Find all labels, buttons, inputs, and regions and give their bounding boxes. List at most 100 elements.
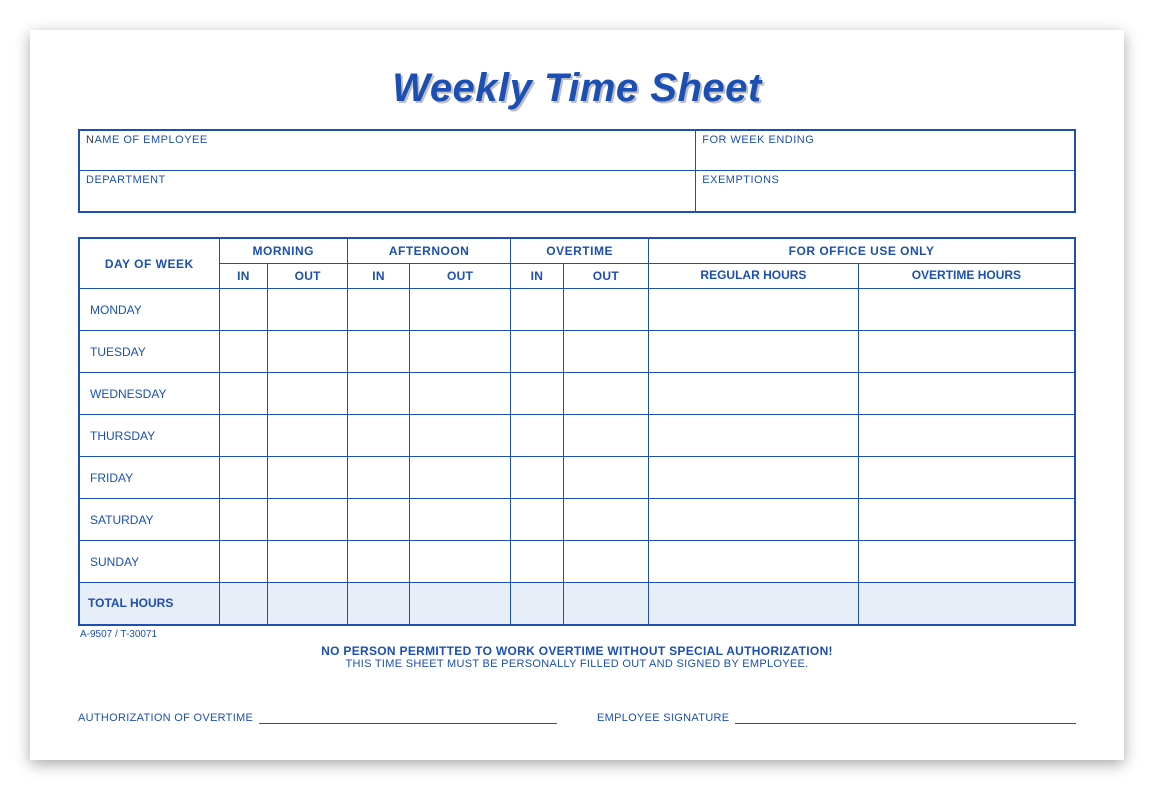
total-cell [858, 583, 1075, 625]
week-ending-field[interactable]: FOR WEEK ENDING [696, 131, 1074, 171]
time-cell[interactable] [348, 415, 410, 457]
page-title: Weekly Time Sheet [78, 66, 1076, 111]
time-cell[interactable] [268, 457, 348, 499]
table-row: SUNDAY [79, 541, 1075, 583]
header-overtime-out: OUT [563, 264, 649, 289]
notice-block: NO PERSON PERMITTED TO WORK OVERTIME WIT… [78, 644, 1076, 670]
time-cell[interactable] [511, 415, 563, 457]
header-overtime: OVERTIME [511, 238, 649, 264]
time-cell[interactable] [563, 457, 649, 499]
time-cell[interactable] [348, 457, 410, 499]
time-cell[interactable] [410, 415, 511, 457]
time-cell[interactable] [410, 289, 511, 331]
total-cell [268, 583, 348, 625]
time-cell[interactable] [511, 499, 563, 541]
signature-row: AUTHORIZATION OF OVERTIME EMPLOYEE SIGNA… [78, 710, 1076, 724]
day-label: FRIDAY [79, 457, 219, 499]
day-label: WEDNESDAY [79, 373, 219, 415]
total-cell [219, 583, 268, 625]
authorization-signature: AUTHORIZATION OF OVERTIME [78, 710, 557, 724]
time-cell[interactable] [410, 499, 511, 541]
time-cell[interactable] [348, 331, 410, 373]
time-cell[interactable] [219, 457, 268, 499]
time-cell[interactable] [268, 541, 348, 583]
employee-signature-label: EMPLOYEE SIGNATURE [597, 712, 729, 724]
time-cell[interactable] [511, 541, 563, 583]
day-label: THURSDAY [79, 415, 219, 457]
time-cell[interactable] [563, 499, 649, 541]
total-cell [649, 583, 859, 625]
form-code: A-9507 / T-30071 [80, 629, 1076, 640]
timesheet-document: Weekly Time Sheet NAME OF EMPLOYEE FOR W… [30, 30, 1124, 760]
time-cell[interactable] [858, 373, 1075, 415]
time-cell[interactable] [268, 331, 348, 373]
time-cell[interactable] [268, 415, 348, 457]
header-afternoon-in: IN [348, 264, 410, 289]
time-cell[interactable] [649, 541, 859, 583]
table-row: WEDNESDAY [79, 373, 1075, 415]
table-row: FRIDAY [79, 457, 1075, 499]
header-overtime-in: IN [511, 264, 563, 289]
time-cell[interactable] [219, 499, 268, 541]
time-cell[interactable] [348, 499, 410, 541]
header-day-of-week: DAY OF WEEK [79, 238, 219, 289]
time-cell[interactable] [410, 331, 511, 373]
time-cell[interactable] [511, 289, 563, 331]
time-cell[interactable] [268, 373, 348, 415]
notice-line-1: NO PERSON PERMITTED TO WORK OVERTIME WIT… [78, 644, 1076, 658]
time-cell[interactable] [858, 331, 1075, 373]
time-cell[interactable] [348, 541, 410, 583]
time-cell[interactable] [219, 289, 268, 331]
time-cell[interactable] [410, 541, 511, 583]
employee-signature-line[interactable] [735, 710, 1076, 724]
total-cell [410, 583, 511, 625]
department-field[interactable]: DEPARTMENT [80, 171, 696, 211]
time-cell[interactable] [858, 541, 1075, 583]
time-cell[interactable] [348, 289, 410, 331]
time-cell[interactable] [268, 499, 348, 541]
name-of-employee-field[interactable]: NAME OF EMPLOYEE [80, 131, 696, 171]
time-cell[interactable] [219, 541, 268, 583]
time-cell[interactable] [511, 331, 563, 373]
time-cell[interactable] [563, 541, 649, 583]
time-cell[interactable] [563, 373, 649, 415]
time-cell[interactable] [563, 289, 649, 331]
total-row: TOTAL HOURS [79, 583, 1075, 625]
time-cell[interactable] [511, 373, 563, 415]
time-cell[interactable] [219, 415, 268, 457]
exemptions-field[interactable]: EXEMPTIONS [696, 171, 1074, 211]
time-cell[interactable] [649, 289, 859, 331]
time-cell[interactable] [563, 415, 649, 457]
total-cell [563, 583, 649, 625]
header-morning-in: IN [219, 264, 268, 289]
time-cell[interactable] [858, 289, 1075, 331]
total-hours-label: TOTAL HOURS [79, 583, 219, 625]
notice-line-2: THIS TIME SHEET MUST BE PERSONALLY FILLE… [78, 658, 1076, 670]
time-cell[interactable] [511, 457, 563, 499]
time-cell[interactable] [219, 331, 268, 373]
time-cell[interactable] [858, 415, 1075, 457]
time-cell[interactable] [649, 499, 859, 541]
time-cell[interactable] [563, 331, 649, 373]
time-cell[interactable] [410, 457, 511, 499]
employee-info-box: NAME OF EMPLOYEE FOR WEEK ENDING DEPARTM… [78, 129, 1076, 213]
time-cell[interactable] [348, 373, 410, 415]
total-cell [511, 583, 563, 625]
header-afternoon: AFTERNOON [348, 238, 511, 264]
time-cell[interactable] [649, 457, 859, 499]
authorization-line[interactable] [259, 710, 557, 724]
time-cell[interactable] [649, 415, 859, 457]
header-morning: MORNING [219, 238, 348, 264]
timesheet-body: MONDAY TUESDAY WEDNESDAY THURSDAY FRIDAY… [79, 289, 1075, 625]
time-cell[interactable] [858, 457, 1075, 499]
day-label: SUNDAY [79, 541, 219, 583]
time-cell[interactable] [858, 499, 1075, 541]
table-row: MONDAY [79, 289, 1075, 331]
time-cell[interactable] [410, 373, 511, 415]
time-cell[interactable] [649, 373, 859, 415]
time-cell[interactable] [219, 373, 268, 415]
day-label: SATURDAY [79, 499, 219, 541]
header-afternoon-out: OUT [410, 264, 511, 289]
time-cell[interactable] [268, 289, 348, 331]
time-cell[interactable] [649, 331, 859, 373]
